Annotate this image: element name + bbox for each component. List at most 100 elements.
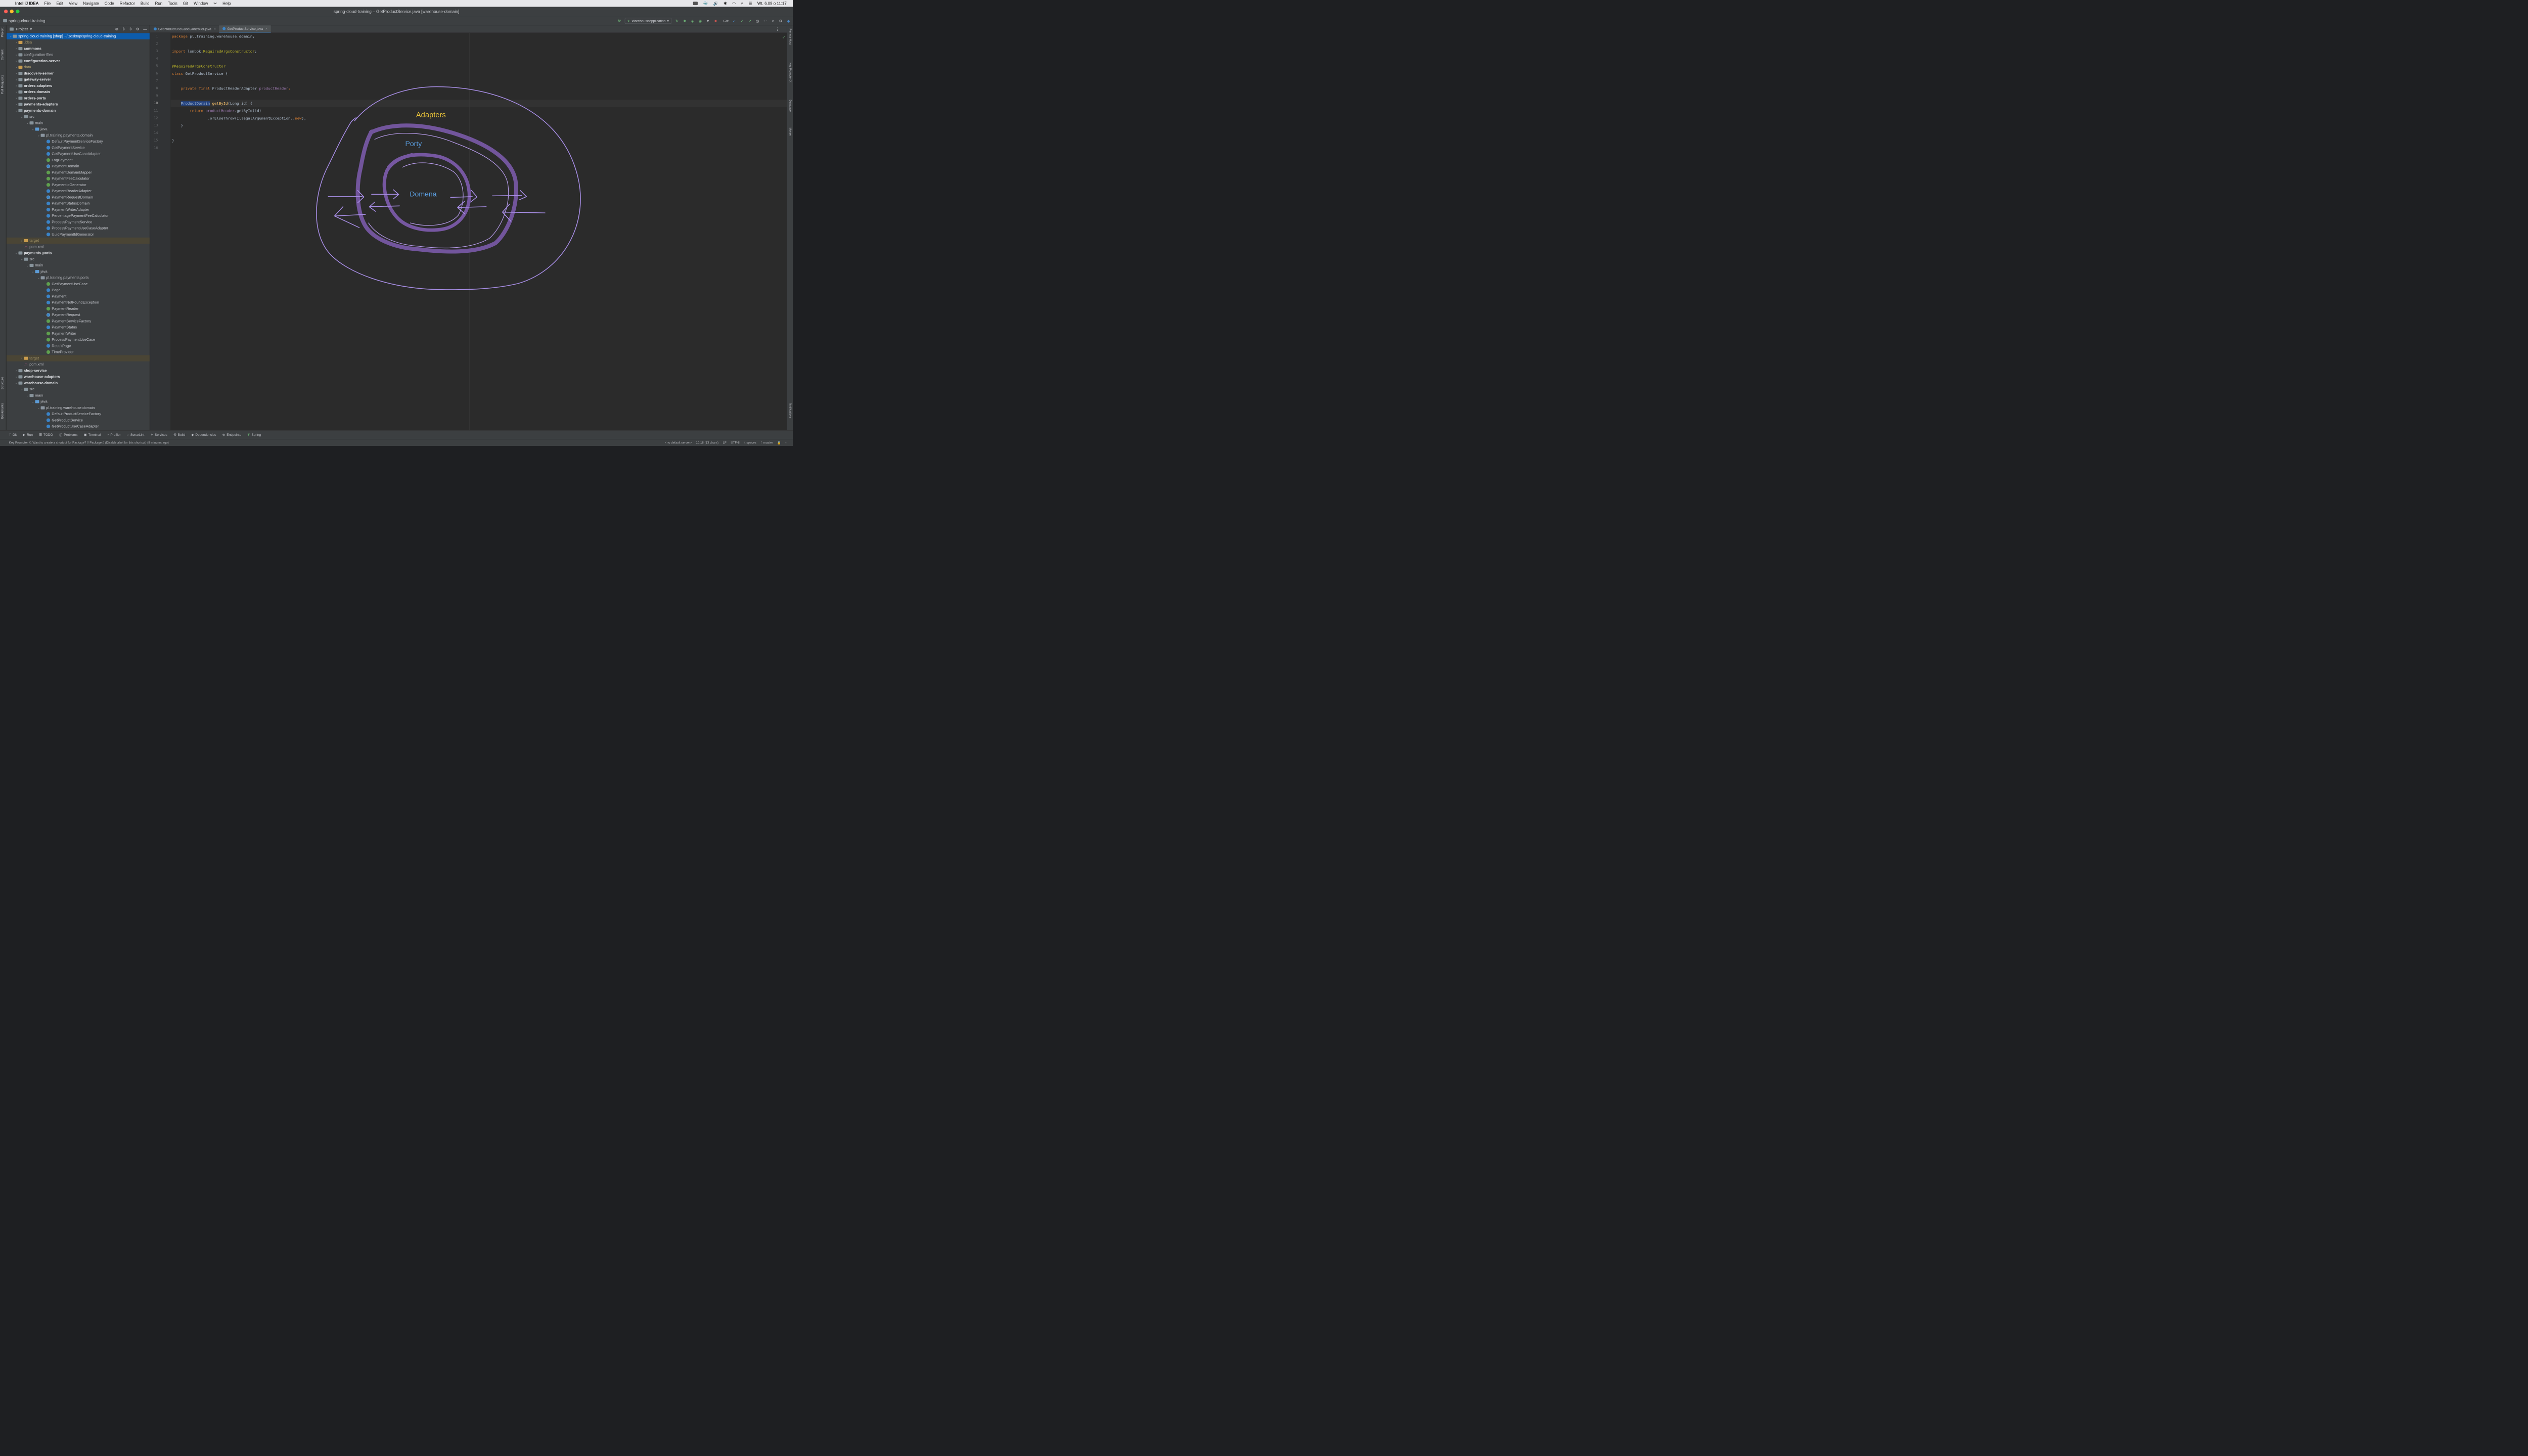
tree-item[interactable]: › orders-ports bbox=[7, 95, 150, 101]
tab-options-icon[interactable]: ⋮ bbox=[776, 27, 779, 31]
menu-navigate[interactable]: Navigate bbox=[80, 1, 102, 6]
tree-item[interactable]: PaymentIdGenerator bbox=[7, 182, 150, 188]
control-center-icon[interactable]: ☰ bbox=[748, 1, 752, 6]
status-encoding[interactable]: UTF-8 bbox=[731, 441, 739, 444]
tool-project[interactable]: Project bbox=[1, 28, 4, 37]
chevron-right-icon[interactable]: › bbox=[14, 369, 18, 372]
tab-getproductusecasecontroller[interactable]: GetProductUseCaseController.java × bbox=[150, 25, 219, 32]
tree-item[interactable]: LogPayment bbox=[7, 157, 150, 163]
tree-item[interactable]: ProcessPaymentUseCase bbox=[7, 337, 150, 343]
volume-icon[interactable]: 🔊 bbox=[713, 1, 718, 6]
stop-icon[interactable]: ■ bbox=[713, 19, 718, 23]
tree-item[interactable]: DefaultPaymentServiceFactory bbox=[7, 139, 150, 145]
code-editor[interactable]: 1 2 3 4 5 6 7 8 9 10 11 12 13 14 15 16 package pl.train… bbox=[150, 32, 787, 430]
tree-item[interactable]: PaymentWriter bbox=[7, 331, 150, 337]
tree-item[interactable]: › discovery-server bbox=[7, 70, 150, 76]
tree-item[interactable]: ⌄ src bbox=[7, 386, 150, 392]
tool-problems[interactable]: ⓘ Problems bbox=[59, 432, 78, 437]
code-line[interactable]: ProductDomain getById(Long id) { bbox=[172, 100, 252, 107]
chevron-down-icon[interactable]: ⌄ bbox=[14, 381, 18, 384]
tree-item[interactable]: › warehouse-adapters bbox=[7, 374, 150, 380]
chevron-down-icon[interactable]: ⌄ bbox=[25, 264, 29, 267]
breadcrumb[interactable]: spring-cloud-training bbox=[3, 18, 45, 23]
chevron-down-icon[interactable]: ⌄ bbox=[36, 276, 40, 279]
tree-item[interactable]: ⌄ main bbox=[7, 120, 150, 126]
build-hammer-icon[interactable]: ⚒ bbox=[617, 19, 621, 23]
wifi-icon[interactable]: ◠ bbox=[732, 1, 736, 6]
tool-structure[interactable]: Structure bbox=[1, 377, 4, 389]
tool-services[interactable]: ✲ Services bbox=[151, 433, 167, 437]
status-line-separator[interactable]: LF bbox=[723, 441, 727, 444]
chevron-right-icon[interactable]: › bbox=[14, 59, 18, 62]
tree-item[interactable]: ⌄ src bbox=[7, 256, 150, 262]
git-push-icon[interactable]: ↗ bbox=[748, 19, 752, 23]
tree-item[interactable]: DefaultProductServiceFactory bbox=[7, 411, 150, 417]
tree-item[interactable]: GetPaymentService bbox=[7, 145, 150, 151]
tree-item[interactable]: › .idea bbox=[7, 39, 150, 46]
chevron-right-icon[interactable]: › bbox=[14, 97, 18, 100]
code-line[interactable]: } bbox=[172, 137, 174, 145]
chevron-right-icon[interactable]: › bbox=[14, 66, 18, 69]
menu-file[interactable]: File bbox=[41, 1, 54, 6]
debug-icon[interactable]: ✹ bbox=[683, 19, 687, 23]
status-message[interactable]: Key Promoter X: Want to create a shortcu… bbox=[9, 441, 169, 444]
tree-item[interactable]: › configuration-server bbox=[7, 58, 150, 64]
tree-item[interactable]: PaymentWriterAdapter bbox=[7, 207, 150, 213]
tree-item[interactable]: ResultPage bbox=[7, 343, 150, 349]
tool-run[interactable]: ▶ Run bbox=[23, 433, 33, 437]
tree-item[interactable]: PaymentStatus bbox=[7, 324, 150, 330]
menu-tools[interactable]: Tools bbox=[165, 1, 180, 6]
select-opened-file-icon[interactable]: ⊕ bbox=[115, 27, 118, 31]
tree-item[interactable]: PaymentRequest bbox=[7, 312, 150, 318]
tool-spring[interactable]: ❦ Spring bbox=[247, 433, 261, 437]
chevron-down-icon[interactable]: ⌄ bbox=[9, 34, 13, 37]
coverage-icon[interactable]: ◈ bbox=[690, 19, 695, 23]
tree-item[interactable]: › configuration-files bbox=[7, 52, 150, 58]
memory-indicator-icon[interactable]: ◐ bbox=[785, 441, 787, 444]
menubar-clock[interactable]: Wt. 6.09 o 11:17 bbox=[757, 1, 787, 6]
tree-item[interactable]: Page bbox=[7, 287, 150, 293]
tree-item[interactable]: ⌄ src bbox=[7, 114, 150, 120]
tool-build[interactable]: ⚒ Build bbox=[173, 433, 185, 437]
menu-edit[interactable]: Edit bbox=[54, 1, 66, 6]
chevron-down-icon[interactable]: ▾ bbox=[30, 27, 32, 31]
tree-item[interactable]: m pom.xml bbox=[7, 244, 150, 250]
tree-item[interactable]: UuidPaymentIdGenerator bbox=[7, 232, 150, 238]
search-everywhere-icon[interactable]: ⌕ bbox=[771, 19, 776, 23]
tool-profiler[interactable]: ◔ Profiler bbox=[107, 433, 120, 436]
git-rollback-icon[interactable]: ↶ bbox=[763, 19, 768, 23]
tree-item[interactable]: ⌄ pl.training.payments.domain bbox=[7, 132, 150, 139]
tree-item[interactable]: PaymentServiceFactory bbox=[7, 318, 150, 324]
tool-endpoints[interactable]: ⊗ Endpoints bbox=[222, 433, 241, 437]
tool-dependencies[interactable]: ◆ Dependencies bbox=[191, 433, 216, 437]
minimize-window-button[interactable] bbox=[10, 9, 14, 14]
tree-item[interactable]: › commons bbox=[7, 46, 150, 52]
profile-icon[interactable]: ◉ bbox=[698, 19, 703, 23]
menu-run[interactable]: Run bbox=[152, 1, 165, 6]
menu-refactor[interactable]: Refactor bbox=[117, 1, 138, 6]
chevron-down-icon[interactable]: ⌄ bbox=[36, 133, 40, 136]
chevron-down-icon[interactable]: ⌄ bbox=[20, 388, 24, 391]
tree-item[interactable]: ⌄ java bbox=[7, 268, 150, 275]
app-menu[interactable]: IntelliJ IDEA bbox=[13, 1, 41, 6]
lock-icon[interactable]: 🔓 bbox=[777, 441, 781, 445]
tree-item[interactable]: ⌄ payments-domain bbox=[7, 108, 150, 114]
tree-item[interactable]: › orders-adapters bbox=[7, 83, 150, 89]
tree-item[interactable]: ⌄ java bbox=[7, 126, 150, 132]
tree-item[interactable]: PaymentRequestDomain bbox=[7, 194, 150, 200]
git-update-icon[interactable]: ↙ bbox=[732, 19, 737, 23]
tool-terminal[interactable]: ▣ Terminal bbox=[84, 433, 101, 437]
tree-item[interactable]: ProcessPaymentService bbox=[7, 219, 150, 225]
ide-update-icon[interactable]: ◆ bbox=[786, 19, 791, 23]
code-line[interactable]: class GetProductService { bbox=[172, 70, 228, 77]
status-git-branch[interactable]: ᚴ master bbox=[760, 441, 773, 444]
tree-item[interactable]: PercentagePaymentFeeCalculator bbox=[7, 213, 150, 219]
tree-item[interactable]: › gateway-server bbox=[7, 76, 150, 82]
tree-item[interactable]: ⌄ pl.training.payments.ports bbox=[7, 275, 150, 281]
tree-item[interactable]: ⌄ pl.training.warehouse.domain bbox=[7, 405, 150, 411]
chevron-down-icon[interactable]: ⌄ bbox=[36, 406, 40, 409]
chevron-right-icon[interactable]: › bbox=[14, 375, 18, 378]
tool-pull-requests[interactable]: Pull Requests bbox=[1, 75, 4, 94]
menu-view[interactable]: View bbox=[66, 1, 80, 6]
chevron-down-icon[interactable]: ⌄ bbox=[31, 400, 35, 403]
